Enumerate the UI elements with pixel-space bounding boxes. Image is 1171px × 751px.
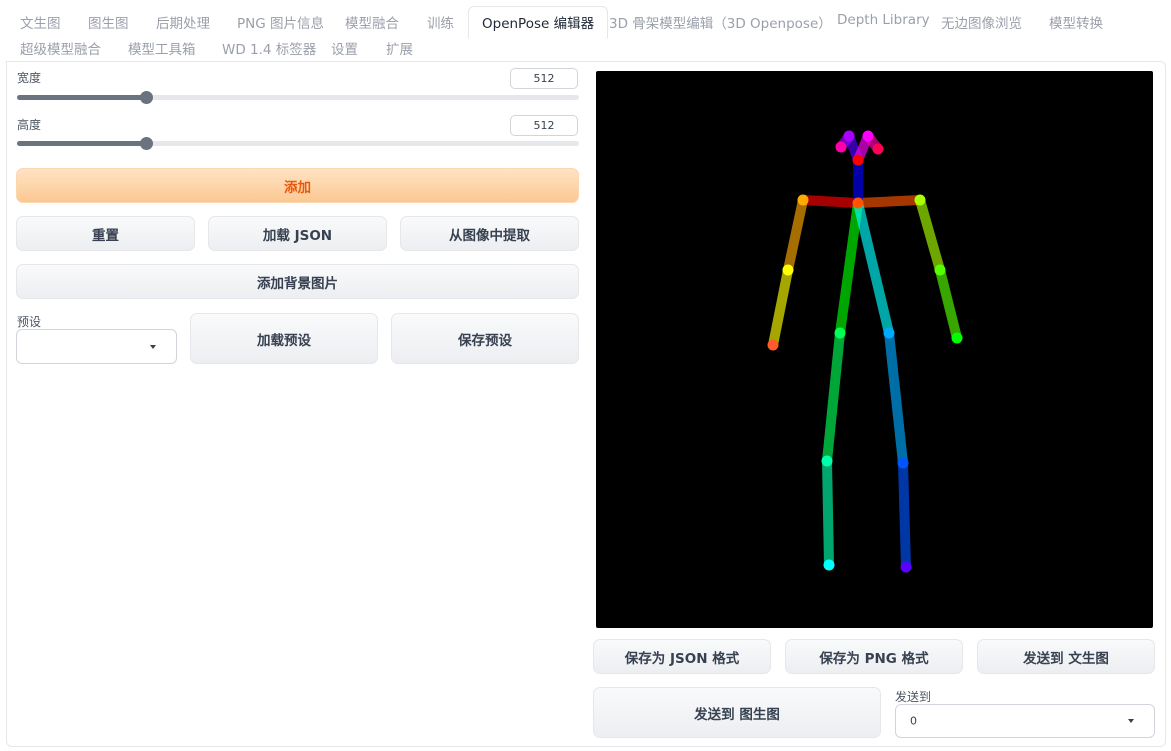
tab-10[interactable]: 模型转换 (1049, 12, 1103, 32)
tab-11[interactable]: 超级模型融合 (20, 38, 101, 58)
pose-keypoint-15[interactable] (862, 130, 874, 142)
width-slider-fill (17, 95, 146, 100)
load-json-button[interactable]: 加载 JSON (208, 216, 387, 251)
pose-keypoint-0[interactable] (852, 154, 864, 166)
tab-12[interactable]: 模型工具箱 (128, 38, 196, 58)
pose-keypoint-13[interactable] (900, 561, 912, 573)
tab-9[interactable]: 无边图像浏览 (941, 12, 1022, 32)
save-preset-button[interactable]: 保存预设 (391, 313, 579, 364)
tab-4[interactable]: 模型融合 (345, 12, 399, 32)
openpose-canvas[interactable] (596, 71, 1153, 628)
pose-keypoint-4[interactable] (767, 339, 779, 351)
tab-2[interactable]: 后期处理 (156, 12, 210, 32)
tab-1[interactable]: 图生图 (88, 12, 129, 32)
pose-keypoint-9[interactable] (821, 455, 833, 467)
pose-keypoint-16[interactable] (835, 141, 847, 153)
width-label: 宽度 (17, 71, 42, 85)
save-as-json-button[interactable]: 保存为 JSON 格式 (593, 639, 771, 674)
tab-5[interactable]: 训练 (427, 12, 454, 32)
pose-limb-0 (798, 195, 863, 208)
load-preset-button[interactable]: 加载预设 (190, 313, 378, 364)
pose-keypoint-5[interactable] (914, 194, 926, 206)
pose-keypoint-8[interactable] (834, 327, 846, 339)
height-slider-thumb[interactable] (140, 137, 153, 150)
tab-14[interactable]: 设置 (331, 38, 358, 58)
preset-label: 预设 (17, 315, 42, 329)
height-slider[interactable] (17, 137, 579, 150)
pose-limb-6 (835, 198, 863, 338)
tab-7[interactable]: 3D 骨架模型编辑（3D Openpose） (609, 12, 832, 32)
tab-3[interactable]: PNG 图片信息 (237, 12, 324, 32)
pose-skeleton[interactable] (596, 71, 1153, 628)
pose-limb-8 (822, 456, 834, 570)
width-slider[interactable] (17, 91, 579, 104)
send-to-img2img-button[interactable]: 发送到 图生图 (593, 687, 881, 738)
pose-limb-11 (898, 458, 911, 572)
pose-limb-9 (853, 198, 894, 338)
save-as-png-button[interactable]: 保存为 PNG 格式 (785, 639, 963, 674)
pose-limb-10 (884, 328, 908, 468)
pose-limb-7 (822, 328, 845, 466)
pose-keypoint-1[interactable] (852, 197, 864, 209)
pose-keypoint-2[interactable] (797, 194, 809, 206)
pose-limb-2 (783, 195, 808, 275)
reset-button[interactable]: 重置 (16, 216, 195, 251)
pose-limb-1 (853, 195, 925, 208)
pose-keypoint-3[interactable] (782, 264, 794, 276)
send-to-dropdown-value: 0 (910, 714, 917, 728)
tab-0[interactable]: 文生图 (20, 12, 61, 32)
tab-13[interactable]: WD 1.4 标签器 (222, 38, 316, 58)
height-number-input[interactable]: 512 (510, 115, 578, 136)
height-label: 高度 (17, 118, 42, 132)
tab-15[interactable]: 扩展 (386, 38, 413, 58)
pose-keypoint-7[interactable] (951, 332, 963, 344)
width-number-input[interactable]: 512 (510, 68, 578, 89)
send-to-txt2img-button[interactable]: 发送到 文生图 (977, 639, 1155, 674)
preset-dropdown[interactable] (16, 329, 177, 364)
tab-6[interactable]: OpenPose 编辑器 (468, 6, 609, 39)
chevron-down-icon (1128, 719, 1134, 723)
pose-keypoint-14[interactable] (843, 130, 855, 142)
pose-limb-4 (915, 195, 945, 275)
tab-8[interactable]: Depth Library (837, 12, 930, 28)
pose-keypoint-12[interactable] (897, 457, 909, 469)
pose-keypoint-6[interactable] (934, 264, 946, 276)
send-to-label: 发送到 (895, 690, 932, 704)
add-background-image-button[interactable]: 添加背景图片 (16, 264, 579, 299)
pose-limb-5 (935, 265, 962, 343)
chevron-down-icon (150, 344, 156, 349)
add-button[interactable]: 添加 (16, 168, 579, 203)
pose-limb-3 (768, 265, 793, 350)
pose-keypoint-10[interactable] (823, 559, 835, 571)
pose-keypoint-11[interactable] (883, 327, 895, 339)
width-slider-thumb[interactable] (140, 91, 153, 104)
send-to-dropdown[interactable]: 0 (895, 704, 1155, 738)
height-slider-fill (17, 141, 146, 146)
pose-keypoint-17[interactable] (872, 143, 884, 155)
extract-from-image-button[interactable]: 从图像中提取 (400, 216, 579, 251)
